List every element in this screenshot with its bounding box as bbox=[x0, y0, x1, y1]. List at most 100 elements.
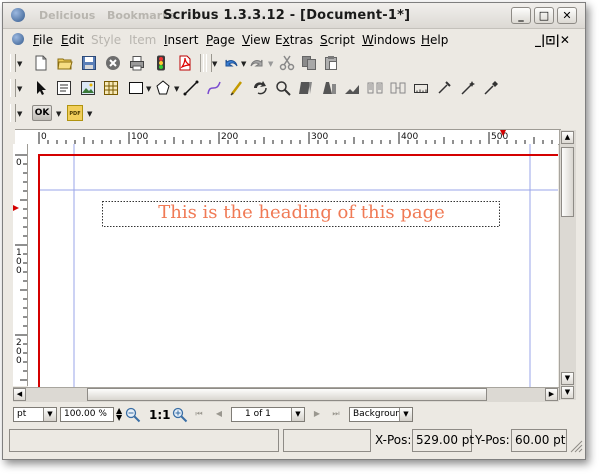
export-pdf-icon[interactable] bbox=[177, 55, 193, 71]
copy-icon[interactable] bbox=[301, 55, 317, 71]
open-folder-icon[interactable] bbox=[57, 55, 73, 71]
text-frame-icon[interactable] bbox=[56, 80, 72, 96]
line-icon[interactable] bbox=[183, 80, 199, 96]
menu-edit[interactable]: Edit bbox=[61, 33, 84, 47]
toolbar-menu-arrow[interactable]: ▼ bbox=[17, 60, 22, 68]
chevron-down-icon: ▼ bbox=[399, 408, 412, 421]
scroll-left-button[interactable]: ◀ bbox=[13, 388, 26, 401]
minimize-button[interactable]: _ bbox=[511, 7, 531, 24]
page-select[interactable]: 1 of 1 ▼ bbox=[231, 407, 305, 422]
unit-select[interactable]: pt ▼ bbox=[13, 407, 57, 422]
pipette-icon[interactable] bbox=[483, 80, 499, 96]
menu-extras[interactable]: Extras bbox=[275, 33, 313, 47]
xpos-label: X-Pos: bbox=[375, 433, 412, 447]
toolbar-grip[interactable] bbox=[10, 54, 16, 72]
zoom-icon[interactable] bbox=[275, 80, 291, 96]
status-message-field bbox=[9, 429, 279, 452]
copy-properties-icon[interactable] bbox=[413, 80, 429, 96]
edit-text-icon[interactable] bbox=[321, 80, 337, 96]
document-canvas[interactable]: This is the heading of this page bbox=[28, 144, 558, 387]
toolbar-menu-arrow[interactable]: ▼ bbox=[17, 110, 22, 118]
polygon-icon[interactable] bbox=[155, 80, 171, 96]
ypos-label: Y-Pos: bbox=[475, 433, 510, 447]
select-arrow-icon[interactable] bbox=[33, 80, 49, 96]
scroll-down-button[interactable]: ▼ bbox=[561, 372, 574, 385]
zoom-in-icon[interactable] bbox=[172, 407, 188, 423]
new-document-icon[interactable] bbox=[33, 55, 49, 71]
shape-rectangle-icon[interactable] bbox=[128, 80, 144, 96]
close-button[interactable]: ✕ bbox=[557, 7, 577, 24]
first-page-button[interactable]: ⏮ bbox=[192, 407, 206, 421]
rotate-item-icon[interactable] bbox=[252, 80, 268, 96]
pdf-toolbar: ▼ OK ▼ PDF ▼ bbox=[3, 101, 585, 125]
eyedropper-icon[interactable] bbox=[436, 80, 452, 96]
freehand-line-icon[interactable] bbox=[229, 80, 245, 96]
table-icon[interactable] bbox=[103, 80, 119, 96]
zoom-out-icon[interactable] bbox=[125, 407, 141, 423]
cut-icon[interactable] bbox=[279, 55, 295, 71]
image-frame-icon[interactable] bbox=[80, 80, 96, 96]
toolbar-grip[interactable] bbox=[10, 104, 16, 122]
measurements-icon[interactable] bbox=[390, 80, 406, 96]
save-icon[interactable] bbox=[81, 55, 97, 71]
horizontal-scroll-thumb[interactable] bbox=[87, 388, 487, 401]
unlink-text-frames-icon[interactable] bbox=[367, 80, 383, 96]
vertical-scrollbar[interactable]: ▲ ▼ ▼ bbox=[559, 130, 576, 400]
toolbar-menu-arrow[interactable]: ▼ bbox=[212, 60, 217, 68]
last-page-button[interactable]: ⏭ bbox=[329, 407, 343, 421]
horizontal-ruler[interactable]: 0 100 200 300 400 500 bbox=[15, 129, 561, 145]
pdf-tools-dropdown-arrow[interactable]: ▼ bbox=[56, 110, 61, 118]
menu-page[interactable]: Page bbox=[206, 33, 235, 47]
menu-insert[interactable]: Insert bbox=[164, 33, 198, 47]
ruler-position-marker bbox=[13, 205, 19, 211]
preflight-verifier-icon[interactable] bbox=[153, 55, 169, 71]
file-toolbar: ▼ ▼ ▼ ▼ bbox=[3, 51, 585, 75]
previous-page-button[interactable]: ◀ bbox=[212, 407, 226, 421]
menu-help[interactable]: Help bbox=[421, 33, 448, 47]
next-page-button[interactable]: ▶ bbox=[310, 407, 324, 421]
ruler-label: 0 bbox=[16, 266, 22, 276]
resize-grip-icon[interactable] bbox=[569, 439, 583, 453]
magic-wand-icon[interactable] bbox=[460, 80, 476, 96]
paste-icon[interactable] bbox=[323, 55, 339, 71]
print-icon[interactable] bbox=[129, 55, 145, 71]
zoom-input[interactable]: 100.00 % bbox=[60, 407, 114, 422]
layer-select[interactable]: Background ▼ bbox=[349, 407, 413, 422]
ruler-label: 100 bbox=[131, 132, 148, 142]
toolbar-menu-arrow[interactable]: ▼ bbox=[17, 85, 22, 93]
menu-view[interactable]: View bbox=[242, 33, 270, 47]
ruler-label: 300 bbox=[311, 132, 328, 142]
app-icon[interactable] bbox=[11, 8, 25, 22]
pdf-annotation-dropdown-arrow[interactable]: ▼ bbox=[87, 110, 92, 118]
pdf-push-button[interactable]: OK bbox=[32, 105, 52, 121]
zoom-actual-size-button[interactable]: 1:1 bbox=[149, 408, 171, 422]
link-text-frames-icon[interactable] bbox=[344, 80, 360, 96]
polygon-dropdown-arrow[interactable]: ▼ bbox=[174, 85, 179, 93]
edit-contents-icon[interactable] bbox=[298, 80, 314, 96]
maximize-button[interactable]: □ bbox=[534, 7, 554, 24]
document-menu-icon[interactable] bbox=[12, 33, 24, 45]
redo-icon[interactable] bbox=[249, 55, 265, 71]
bezier-curve-icon[interactable] bbox=[206, 80, 222, 96]
scroll-right-button[interactable]: ▶ bbox=[545, 388, 558, 401]
vertical-scroll-thumb[interactable] bbox=[561, 147, 574, 217]
pdf-annotation-icon[interactable]: PDF bbox=[67, 105, 83, 121]
xpos-value: 529.00 pt bbox=[412, 429, 474, 452]
scroll-down-button-2[interactable]: ▼ bbox=[561, 386, 574, 399]
undo-dropdown-arrow[interactable]: ▼ bbox=[241, 60, 246, 68]
scroll-up-button[interactable]: ▲ bbox=[561, 131, 574, 144]
menu-file[interactable]: File bbox=[33, 33, 53, 47]
vertical-ruler[interactable]: 0100200 bbox=[13, 144, 28, 386]
zoom-spinner[interactable]: ▲ ▼ bbox=[116, 407, 122, 422]
mdi-controls[interactable]: _|⊡|✕ bbox=[535, 33, 570, 47]
menu-script[interactable]: Script bbox=[320, 33, 355, 47]
close-document-icon[interactable] bbox=[105, 55, 121, 71]
redo-dropdown-arrow[interactable]: ▼ bbox=[268, 60, 273, 68]
toolbar-separator bbox=[200, 54, 204, 72]
undo-icon[interactable] bbox=[223, 55, 239, 71]
toolbar-grip[interactable] bbox=[10, 79, 16, 97]
page-heading-text[interactable]: This is the heading of this page bbox=[103, 200, 500, 226]
horizontal-scrollbar[interactable]: ◀ ▶ bbox=[13, 387, 559, 402]
shape-dropdown-arrow[interactable]: ▼ bbox=[146, 85, 151, 93]
menu-windows[interactable]: Windows bbox=[362, 33, 416, 47]
